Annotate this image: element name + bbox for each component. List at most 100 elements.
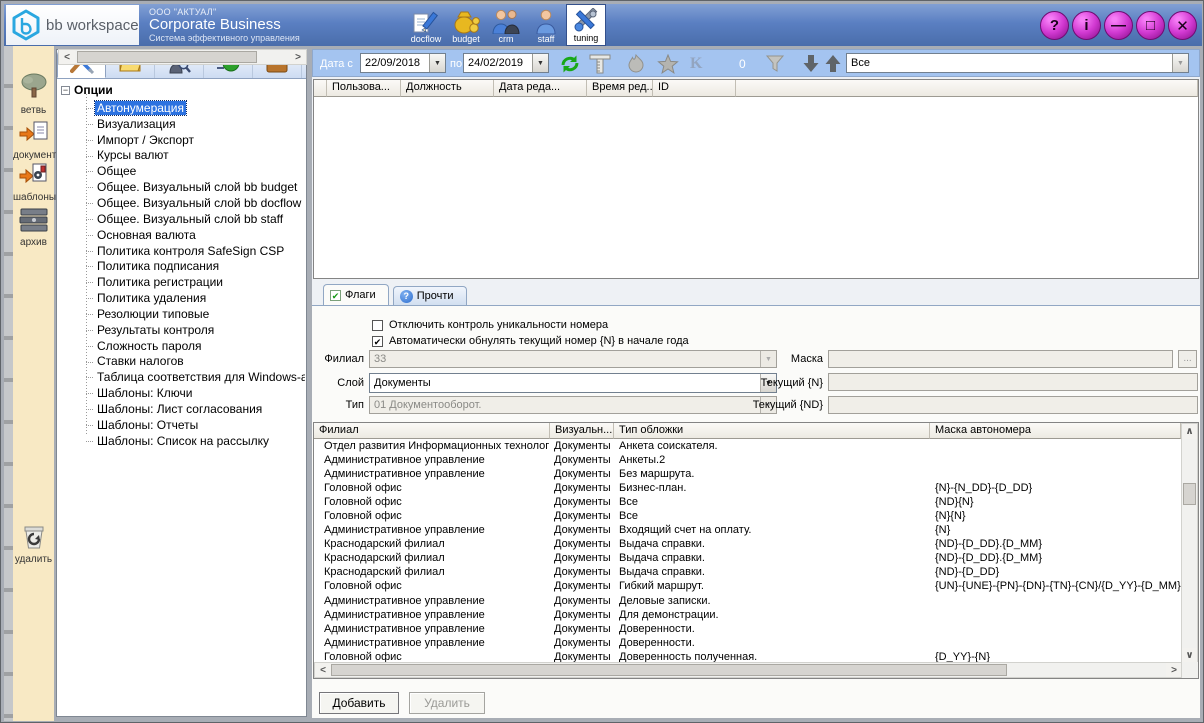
- tree-item[interactable]: Общее. Визуальный слой bb staff: [57, 211, 305, 227]
- chevron-down-icon[interactable]: ▼: [532, 54, 548, 72]
- column-header-mask[interactable]: Маска автономера: [930, 423, 1181, 439]
- cell-layer: Документы: [550, 524, 614, 536]
- tree-item[interactable]: Ставки налогов: [57, 354, 305, 370]
- table-row[interactable]: Административное управление Документы Вх…: [314, 523, 1181, 537]
- close-button[interactable]: ✕: [1168, 11, 1197, 40]
- checkbox-disable-unique-control[interactable]: Отключить контроль уникальности номера: [372, 319, 608, 331]
- checkbox-unchecked-icon[interactable]: [372, 320, 383, 331]
- tree-item[interactable]: Результаты контроля: [57, 322, 305, 338]
- table-row[interactable]: Головной офис Документы Гибкий маршрут. …: [314, 579, 1181, 593]
- tree-item[interactable]: Импорт / Экспорт: [57, 132, 305, 148]
- scroll-right-icon[interactable]: >: [290, 50, 306, 64]
- table-row[interactable]: Головной офис Документы Доверенность пол…: [314, 650, 1181, 662]
- column-header-covertype[interactable]: Тип обложки: [614, 423, 930, 439]
- tab-read[interactable]: ? Прочти: [393, 286, 467, 305]
- module-crm[interactable]: crm: [486, 4, 526, 46]
- column-header[interactable]: [314, 80, 327, 97]
- info-button[interactable]: i: [1072, 11, 1101, 40]
- table-row[interactable]: Отдел развития Информационных технологий…: [314, 439, 1181, 453]
- module-staff[interactable]: staff: [526, 4, 566, 46]
- column-header-position[interactable]: Должность: [401, 80, 494, 97]
- table-row[interactable]: Административное управление Документы До…: [314, 622, 1181, 636]
- column-header-user[interactable]: Пользова...: [327, 80, 401, 97]
- table-row[interactable]: Краснодарский филиал Документы Выдача сп…: [314, 565, 1181, 579]
- filter-select[interactable]: Все ▼: [846, 53, 1189, 73]
- tree-item[interactable]: Шаблоны: Отчеты: [57, 417, 305, 433]
- tree-item[interactable]: Общее. Визуальный слой bb docflow: [57, 195, 305, 211]
- column-header-edittime[interactable]: Время ред...: [587, 80, 653, 97]
- tree-horizontal-scrollbar[interactable]: < >: [58, 49, 307, 65]
- cell-layer: Документы: [550, 482, 614, 494]
- scroll-up-icon[interactable]: ∧: [1182, 424, 1197, 439]
- move-up-button[interactable]: [824, 54, 842, 76]
- chevron-down-icon[interactable]: ▼: [1172, 54, 1188, 72]
- sidebar-item-branch[interactable]: ветвь: [13, 72, 54, 116]
- scroll-down-icon[interactable]: ∨: [1182, 648, 1197, 663]
- tree-item[interactable]: Автонумерация: [57, 100, 305, 116]
- refresh-button[interactable]: [559, 54, 581, 77]
- tree-item[interactable]: Резолюции типовые: [57, 306, 305, 322]
- date-to-input[interactable]: 24/02/2019 ▼: [463, 53, 549, 73]
- sidebar-item-documents[interactable]: документы: [13, 120, 54, 161]
- scroll-left-icon[interactable]: <: [59, 50, 75, 64]
- app-window: bb workspace ООО "АКТУАЛ" Corporate Busi…: [0, 0, 1204, 723]
- tree-item[interactable]: Визуализация: [57, 116, 305, 132]
- tree-item[interactable]: Политика регистрации: [57, 274, 305, 290]
- table-row[interactable]: Головной офис Документы Бизнес-план. {N}…: [314, 481, 1181, 495]
- app-header: bb workspace ООО "АКТУАЛ" Corporate Busi…: [4, 4, 1202, 46]
- tree-item[interactable]: Шаблоны: Лист согласования: [57, 401, 305, 417]
- column-header-branch[interactable]: Филиал: [314, 423, 550, 439]
- column-header-layer[interactable]: Визуальн...: [550, 423, 614, 439]
- table-row[interactable]: Административное управление Документы Де…: [314, 594, 1181, 608]
- sidebar-item-archive[interactable]: архив: [13, 206, 54, 248]
- table-row[interactable]: Административное управление Документы Ан…: [314, 453, 1181, 467]
- tree-item[interactable]: Шаблоны: Список на рассылку: [57, 433, 305, 449]
- tree-item[interactable]: Шаблоны: Ключи: [57, 385, 305, 401]
- minimize-button[interactable]: —: [1104, 11, 1133, 40]
- table-row[interactable]: Административное управление Документы Дл…: [314, 608, 1181, 622]
- column-header[interactable]: [736, 80, 1198, 97]
- move-down-button[interactable]: [802, 54, 820, 76]
- scrollbar-thumb[interactable]: [77, 51, 257, 63]
- table-row[interactable]: Краснодарский филиал Документы Выдача сп…: [314, 537, 1181, 551]
- table-row[interactable]: Головной офис Документы Все {N}{N}: [314, 509, 1181, 523]
- checkbox-checked-icon[interactable]: ✔: [372, 336, 383, 347]
- table-row[interactable]: Административное управление Документы Бе…: [314, 467, 1181, 481]
- column-header-editdate[interactable]: Дата реда...: [494, 80, 587, 97]
- chevron-down-icon[interactable]: ▼: [429, 54, 445, 72]
- ruler-button[interactable]: [589, 54, 611, 77]
- checkbox-reset-number-yearly[interactable]: ✔ Автоматически обнулять текущий номер {…: [372, 335, 689, 347]
- tree-item[interactable]: Основная валюта: [57, 227, 305, 243]
- column-header-id[interactable]: ID: [653, 80, 736, 97]
- sidebar-item-templates[interactable]: шаблоны: [13, 162, 54, 203]
- date-from-input[interactable]: 22/09/2018 ▼: [360, 53, 446, 73]
- collapse-icon[interactable]: −: [61, 86, 70, 95]
- module-docflow[interactable]: docflow: [406, 4, 446, 46]
- tab-flags[interactable]: ✔ Флаги: [323, 284, 389, 305]
- module-budget[interactable]: budget: [446, 4, 486, 46]
- tree-icon: [19, 93, 49, 105]
- tree-item[interactable]: Политика подписания: [57, 258, 305, 274]
- add-button[interactable]: Добавить: [319, 692, 399, 714]
- tree-item[interactable]: Курсы валют: [57, 148, 305, 164]
- tree-item[interactable]: Политика контроля SafeSign CSP: [57, 243, 305, 259]
- help-button[interactable]: ?: [1040, 11, 1069, 40]
- table-horizontal-scrollbar[interactable]: < >: [314, 662, 1183, 678]
- tree-item[interactable]: Политика удаления: [57, 290, 305, 306]
- scrollbar-thumb[interactable]: [1183, 483, 1196, 505]
- scroll-left-icon[interactable]: <: [315, 663, 331, 677]
- mask-browse-button[interactable]: ...: [1178, 350, 1197, 368]
- scroll-right-icon[interactable]: >: [1166, 663, 1182, 677]
- scrollbar-thumb[interactable]: [331, 664, 1007, 676]
- table-row[interactable]: Головной офис Документы Все {ND}{N}: [314, 495, 1181, 509]
- table-row[interactable]: Административное управление Документы До…: [314, 636, 1181, 650]
- module-tuning[interactable]: tuning: [566, 4, 606, 46]
- sidebar-item-delete[interactable]: удалить: [13, 523, 54, 565]
- table-vertical-scrollbar[interactable]: ∧ ∨: [1181, 423, 1198, 664]
- table-row[interactable]: Краснодарский филиал Документы Выдача сп…: [314, 551, 1181, 565]
- tree-item[interactable]: Таблица соответствия для Windows-авто: [57, 369, 305, 385]
- tree-item[interactable]: Общее: [57, 163, 305, 179]
- tree-item[interactable]: Общее. Визуальный слой bb budget: [57, 179, 305, 195]
- tree-item[interactable]: Сложность пароля: [57, 338, 305, 354]
- maximize-button[interactable]: □: [1136, 11, 1165, 40]
